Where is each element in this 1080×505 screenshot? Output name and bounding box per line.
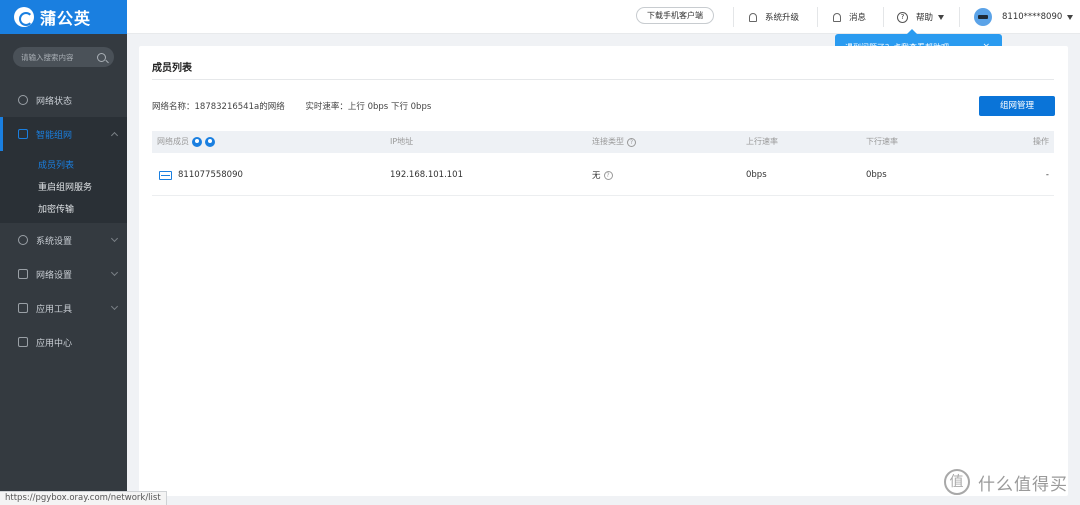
watermark-logo-icon: 值 xyxy=(944,469,970,495)
search-input[interactable]: 请输入搜索内容 xyxy=(13,47,114,67)
watermark-text: 什么值得买 xyxy=(978,474,1068,495)
networking-icon xyxy=(18,129,28,139)
cell-action[interactable]: - xyxy=(1046,154,1049,196)
system-upgrade-button[interactable]: 系统升级 xyxy=(749,0,799,34)
column-action: 操作 xyxy=(1033,137,1049,146)
divider xyxy=(959,7,960,27)
sidebar-subitem-restart-service[interactable]: 重启组网服务 xyxy=(0,175,127,197)
chevron-down-icon xyxy=(110,234,119,243)
network-manage-button[interactable]: 组网管理 xyxy=(979,96,1055,116)
search-icon[interactable] xyxy=(97,52,106,62)
sidebar-item-label: 应用工具 xyxy=(36,304,73,315)
top-bar: 下载手机客户端 系统升级 消息 ? 帮助 8110****8090 xyxy=(127,0,1080,34)
sidebar-item-label: 智能组网 xyxy=(36,130,73,141)
caret-down-icon xyxy=(938,14,945,20)
member-list-panel: 成员列表 网络名称：18783216541a的网络 实时速率：上行 0bps 下… xyxy=(139,46,1068,496)
help-dropdown[interactable]: ? 帮助 xyxy=(897,0,945,34)
cell-ip: 192.168.101.101 xyxy=(390,170,464,180)
divider xyxy=(733,7,734,27)
dandelion-logo-icon xyxy=(14,7,34,27)
user-menu[interactable]: 8110****8090 xyxy=(974,0,1074,34)
sidebar-item-network-settings[interactable]: 网络设置 xyxy=(0,257,127,291)
network-name: 网络名称：18783216541a的网络 xyxy=(152,102,285,112)
bell-icon xyxy=(833,12,841,22)
conn-type-value: 无 xyxy=(592,171,601,181)
divider xyxy=(152,79,1054,80)
user-icon[interactable] xyxy=(205,137,215,147)
column-download: 下行速率 xyxy=(866,137,898,146)
app-logo[interactable]: 蒲公英 xyxy=(0,0,127,34)
group-icon[interactable] xyxy=(192,137,202,147)
submenu-smart-networking: 成员列表 重启组网服务 加密传输 xyxy=(0,151,127,223)
avatar xyxy=(974,8,992,26)
sidebar-subitem-encrypted-transfer[interactable]: 加密传输 xyxy=(0,197,127,219)
sidebar-item-label: 系统设置 xyxy=(36,236,73,247)
question-circle-icon[interactable]: ? xyxy=(627,137,636,147)
caret-down-icon xyxy=(1067,14,1074,20)
sidebar-item-system-settings[interactable]: 系统设置 xyxy=(0,223,127,257)
column-ip: IP地址 xyxy=(390,137,414,146)
chevron-up-icon xyxy=(110,131,119,140)
sidebar: 蒲公英 请输入搜索内容 网络状态 智能组网 成员列表 重启组网服务 加密传输 系… xyxy=(0,0,127,505)
column-member-label: 网络成员 xyxy=(157,137,189,146)
sidebar-item-app-tools[interactable]: 应用工具 xyxy=(0,291,127,325)
network-info: 网络名称：18783216541a的网络 实时速率：上行 0bps 下行 0bp… xyxy=(152,100,449,112)
sidebar-subitem-member-list[interactable]: 成员列表 xyxy=(0,153,127,175)
column-conn-type-label: 连接类型 xyxy=(592,137,624,146)
divider xyxy=(817,7,818,27)
realtime-speed: 实时速率：上行 0bps 下行 0bps xyxy=(305,102,432,112)
system-upgrade-label: 系统升级 xyxy=(765,13,800,23)
sidebar-item-app-center[interactable]: 应用中心 xyxy=(0,325,127,359)
upgrade-icon xyxy=(749,12,757,22)
app-name: 蒲公英 xyxy=(40,9,92,28)
column-conn-type: 连接类型 ? xyxy=(592,131,636,153)
table-row: 811077558090 192.168.101.101 无 ? 0bps 0b… xyxy=(152,154,1054,196)
member-id: 811077558090 xyxy=(178,170,243,180)
network-status-icon xyxy=(18,95,28,105)
sidebar-item-network-status[interactable]: 网络状态 xyxy=(0,83,127,117)
divider xyxy=(883,7,884,27)
help-label: 帮助 xyxy=(916,13,934,23)
table-header: 网络成员 IP地址 连接类型 ? 上行速率 下行速率 操作 xyxy=(152,131,1054,153)
question-circle-icon[interactable]: ? xyxy=(603,170,613,180)
messages-label: 消息 xyxy=(849,13,867,23)
gear-icon xyxy=(18,235,28,245)
cell-conn-type: 无 ? xyxy=(592,154,613,196)
download-app-button[interactable]: 下载手机客户端 xyxy=(636,7,714,24)
cell-member: 811077558090 xyxy=(159,154,243,196)
chevron-down-icon xyxy=(110,268,119,277)
cell-download: 0bps xyxy=(866,170,887,180)
chevron-down-icon xyxy=(110,302,119,311)
column-upload: 上行速率 xyxy=(746,137,778,146)
page-title: 成员列表 xyxy=(152,63,192,74)
column-member: 网络成员 xyxy=(157,131,215,153)
toolbox-icon xyxy=(18,303,28,313)
sidebar-item-smart-networking[interactable]: 智能组网 xyxy=(0,117,127,151)
search-placeholder: 请输入搜索内容 xyxy=(21,52,74,62)
user-label: 8110****8090 xyxy=(1002,12,1063,22)
network-settings-icon xyxy=(18,269,28,279)
sidebar-item-label: 网络状态 xyxy=(36,96,73,107)
messages-button[interactable]: 消息 xyxy=(833,0,866,34)
status-bar-url: https://pgybox.oray.com/network/list xyxy=(0,491,167,505)
watermark: 值 什么值得买 xyxy=(944,469,1068,495)
sidebar-item-label: 网络设置 xyxy=(36,270,73,281)
device-icon xyxy=(159,170,172,180)
sidebar-item-label: 应用中心 xyxy=(36,338,73,349)
cube-icon xyxy=(18,337,28,347)
question-circle-icon: ? xyxy=(897,11,908,23)
cell-upload: 0bps xyxy=(746,170,767,180)
